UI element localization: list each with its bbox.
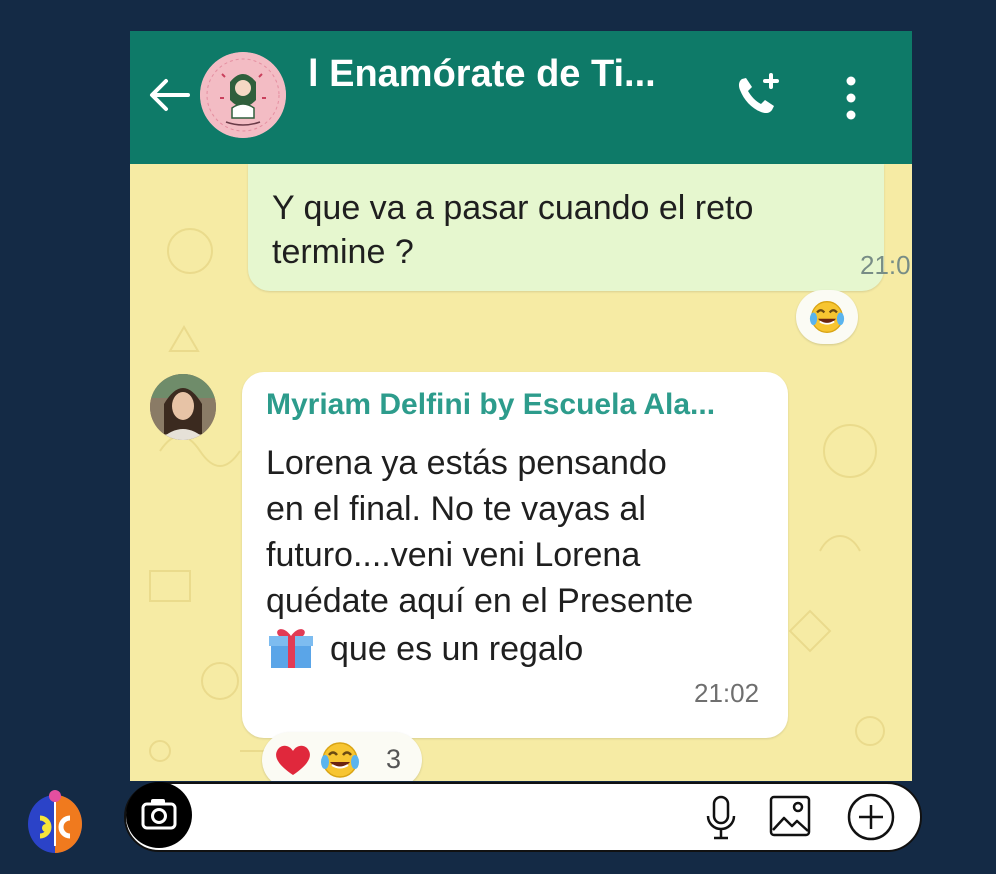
incoming-message-text: Lorena ya estás pensando en el final. No… — [266, 440, 776, 672]
incoming-message-line: Lorena ya estás pensando — [266, 444, 667, 482]
whatsapp-chat-screenshot: l Enamórate de Ti... Y que va a pasar cu… — [130, 31, 912, 781]
incoming-message-last-text: que es un regalo — [330, 630, 584, 668]
message-input[interactable] — [202, 794, 706, 842]
sender-name[interactable]: Myriam Delfini by Escuela Ala... — [266, 388, 776, 422]
incoming-message-line: en el final. No te vayas al — [266, 490, 646, 528]
message-composer — [124, 782, 922, 852]
incoming-message-bubble[interactable]: Myriam Delfini by Escuela Ala... Lorena … — [242, 372, 788, 738]
outgoing-reaction-chip[interactable] — [796, 290, 858, 344]
back-arrow-icon[interactable] — [146, 75, 192, 115]
gift-emoji-icon — [266, 624, 316, 670]
message-list: Y que va a pasar cuando el reto termine … — [130, 164, 912, 781]
image-gallery-icon[interactable] — [768, 794, 812, 838]
camera-icon[interactable] — [126, 782, 192, 848]
outgoing-message-text: Y que va a pasar cuando el reto termine … — [272, 189, 754, 271]
sender-avatar[interactable] — [150, 374, 216, 440]
incoming-message-line-last: que es un regalo — [266, 624, 776, 672]
outgoing-message-time: 21:01 — [860, 250, 912, 280]
incoming-message-line: quédate aquí en el Presente — [266, 582, 694, 620]
chat-title[interactable]: l Enamórate de Ti... — [308, 53, 718, 96]
microphone-icon[interactable] — [704, 794, 738, 842]
incoming-message-time: 21:02 — [694, 678, 760, 708]
group-avatar[interactable] — [200, 52, 286, 138]
plus-circle-icon[interactable] — [846, 792, 896, 842]
chat-header: l Enamórate de Ti... — [130, 31, 912, 164]
red-heart-emoji-icon — [276, 745, 310, 775]
incoming-reactions-chip[interactable]: 3 — [262, 732, 422, 781]
add-call-icon[interactable] — [732, 71, 782, 121]
reaction-count: 3 — [386, 744, 402, 774]
more-options-icon[interactable] — [842, 73, 860, 123]
outgoing-message-bubble[interactable]: Y que va a pasar cuando el reto termine … — [248, 164, 912, 291]
tears-of-joy-emoji-icon — [321, 742, 359, 778]
tears-of-joy-emoji-icon — [809, 301, 845, 333]
incoming-message-line: futuro....veni veni Lorena — [266, 536, 641, 574]
app-logo-icon — [26, 788, 84, 854]
